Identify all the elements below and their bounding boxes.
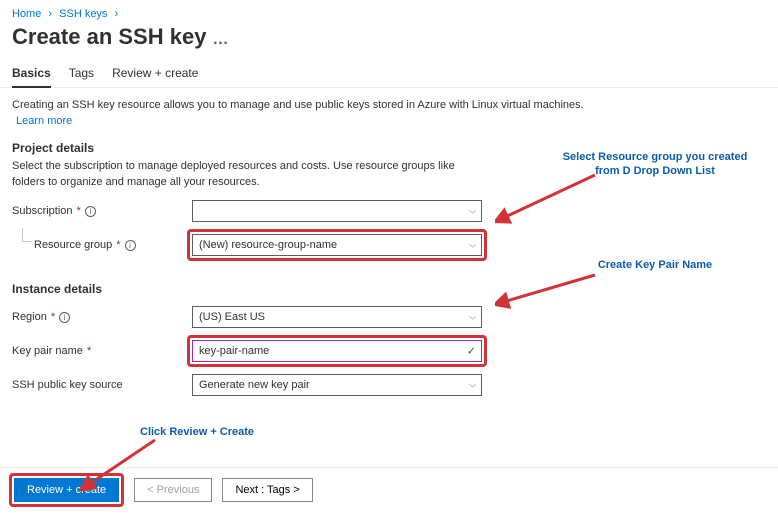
region-label: Region * i [12,311,192,323]
required-icon: * [51,311,55,323]
ssh-source-label: SSH public key source [12,379,192,391]
chevron-down-icon: ⌵ [469,312,476,323]
page-title: Create an SSH key… [0,24,778,54]
annotation-highlight: (New) resource-group-name ⌵ [187,229,487,261]
resource-group-select[interactable]: (New) resource-group-name [192,234,482,256]
next-button[interactable]: Next : Tags > [222,478,312,502]
chevron-down-icon: ⌵ [469,240,476,251]
footer: Review + create < Previous Next : Tags > [0,467,778,504]
required-icon: * [116,239,120,251]
subscription-select[interactable] [192,200,482,222]
more-icon[interactable]: … [212,31,228,48]
info-icon[interactable]: i [125,240,136,251]
chevron-right-icon: › [48,8,52,20]
check-icon: ✓ [467,345,476,358]
annotation-text: Select Resource group you created from D… [550,150,760,179]
learn-more-link[interactable]: Learn more [16,115,766,127]
review-create-button[interactable]: Review + create [14,478,119,502]
annotation-text: Click Review + Create [140,425,254,439]
tab-tags[interactable]: Tags [69,66,94,87]
required-icon: * [87,345,91,357]
chevron-down-icon: ⌵ [469,206,476,217]
info-icon[interactable]: i [59,312,70,323]
subscription-label: Subscription * i [12,205,192,217]
intro-text: Creating an SSH key resource allows you … [12,98,766,113]
resource-group-label: Resource group * i [34,239,192,251]
info-icon[interactable]: i [85,206,96,217]
required-icon: * [77,205,81,217]
annotation-highlight: key-pair-name ✓ [187,335,487,367]
keypair-name-input[interactable]: key-pair-name [192,340,482,362]
breadcrumb-sshkeys[interactable]: SSH keys [59,8,107,20]
tab-basics[interactable]: Basics [12,66,51,88]
previous-button[interactable]: < Previous [134,478,212,502]
region-select[interactable]: (US) East US [192,306,482,328]
chevron-down-icon: ⌵ [469,380,476,391]
breadcrumb-home[interactable]: Home [12,8,41,20]
tree-line [22,228,32,242]
chevron-right-icon: › [115,8,119,20]
keypair-name-label: Key pair name * [12,345,192,357]
tab-review[interactable]: Review + create [112,66,198,87]
annotation-text: Create Key Pair Name [570,258,740,272]
annotation-highlight: Review + create [9,473,124,507]
project-details-desc: Select the subscription to manage deploy… [12,159,472,190]
instance-details-title: Instance details [12,282,766,296]
ssh-source-select[interactable]: Generate new key pair [192,374,482,396]
breadcrumb: Home › SSH keys › [0,0,778,24]
tabs: Basics Tags Review + create [0,54,778,88]
